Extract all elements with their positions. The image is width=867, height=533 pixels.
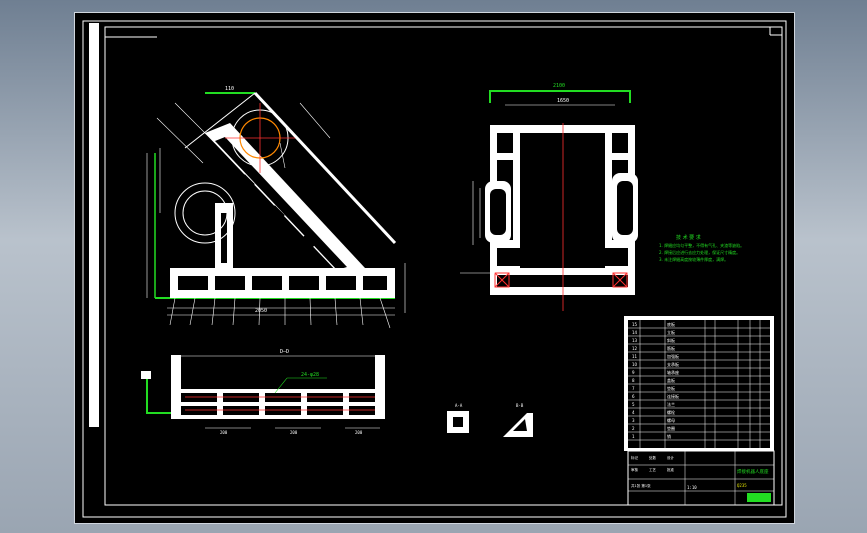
side-bottom-dim-3: 200 [355,430,363,435]
part-name: 轴承座 [667,369,679,375]
part-name: 法兰 [667,401,675,407]
part-index: 15 [632,322,638,327]
part-index: 12 [632,346,638,351]
title-block-label: 批准 [667,467,675,472]
notes-line-1: 1. 焊缝应均匀平整，不得有气孔、夹渣等缺陷。 [659,242,744,248]
title-block-label: 审核 [631,467,639,472]
binding-margin [89,23,99,427]
part-name: 加强板 [667,353,679,359]
part-name: 螺栓 [667,409,675,415]
part-name: 底板 [667,321,675,327]
part-index: 14 [632,330,638,335]
part-name: 销 [667,433,671,439]
approval-stamp [747,493,771,502]
notes-line-2: 2. 焊接后应进行去应力处理，保证尺寸精度。 [659,249,740,255]
side-bottom-dim-1: 200 [220,430,228,435]
top-view-inner-dim: 1650 [557,98,569,104]
parts-list [624,316,774,451]
cad-drawing: 2050 110 2100 1650 技 术 要 求 1. 焊缝应均匀平整，不得… [82,20,787,518]
notes-title: 技 术 要 求 [676,234,701,241]
part-name: 斜板 [667,337,675,343]
part-name: 垫圈 [667,425,675,431]
title-block-label: 标记 [631,455,639,460]
top-view-overall-dim: 2100 [553,83,565,89]
side-dim-label: 24-φ28 [301,372,319,378]
front-view: 2050 110 [146,86,406,329]
title-block-label: 处数 [649,455,657,460]
notes-line-3: 3. 未注焊缝高度按较薄件厚度，满焊。 [659,256,728,262]
scale: 1:10 [687,485,697,490]
side-view: D—D 24-φ28 200 200 200 [141,349,385,435]
part-name: 支承板 [667,361,679,367]
side-view-label: D—D [280,349,289,355]
part-name: 筋板 [667,345,675,351]
front-dim-top: 110 [225,86,234,92]
part-index: 10 [632,362,638,367]
drawing-name: 焊接机器人底座 [737,468,769,475]
top-view: 2100 1650 [460,83,638,311]
sheet-count: 共1张 第1张 [631,483,651,488]
title-block-label: 工艺 [649,467,657,472]
part-index: 11 [632,354,638,359]
material: Q235 [737,483,747,488]
technical-notes: 技 术 要 求 1. 焊缝应均匀平整，不得有气孔、夹渣等缺陷。 2. 焊接后应进… [659,234,744,262]
part-name: 立板 [667,329,675,335]
section-a-label: A-A [455,403,463,408]
part-index: 13 [632,338,638,343]
drawing-sheet: 2050 110 2100 1650 技 术 要 求 1. 焊缝应均匀平整，不得… [74,12,795,524]
side-bottom-dim-2: 200 [290,430,298,435]
part-name: 连接板 [667,393,679,399]
part-name: 螺母 [667,417,675,423]
part-name: 盖板 [667,377,675,383]
front-dim-bottom: 2050 [255,308,267,314]
title-block-label: 设计 [667,455,675,460]
section-b-label: B-B [516,403,524,408]
part-name: 垫板 [667,385,675,391]
section-details: A-A B-B [447,403,533,437]
